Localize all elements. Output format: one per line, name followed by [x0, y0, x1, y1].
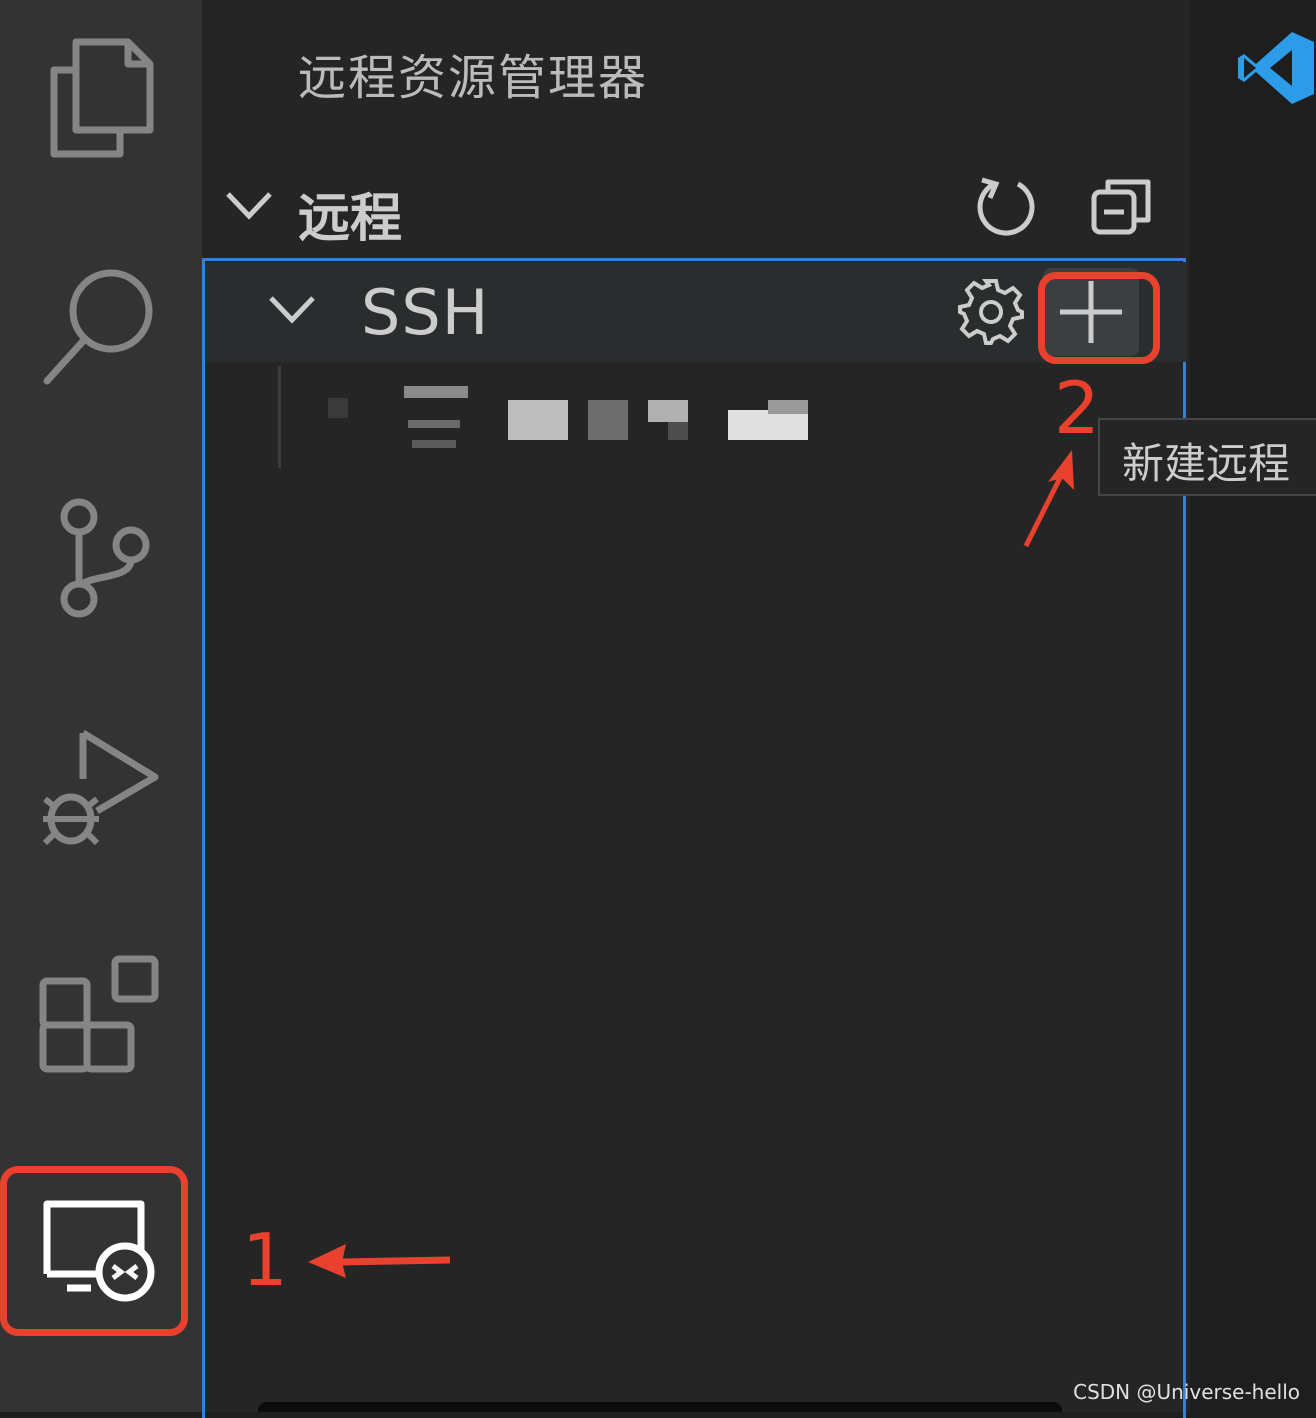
collapse-all-button[interactable]: [1090, 174, 1154, 238]
vscode-logo-icon: [1238, 32, 1314, 104]
explorer-icon: [50, 38, 154, 158]
run-debug-icon: [42, 730, 159, 846]
extensions-icon: [39, 955, 159, 1073]
tree-indent-guide: [278, 366, 281, 468]
ssh-settings-button[interactable]: [953, 274, 1029, 350]
activity-search[interactable]: [0, 242, 202, 412]
activity-explorer[interactable]: [0, 12, 202, 182]
activity-extensions[interactable]: [0, 932, 202, 1102]
activity-run-debug[interactable]: [0, 702, 202, 872]
annotation-number-2: 2: [1054, 366, 1100, 450]
editor-area: [1190, 0, 1316, 1412]
sidebar-title: 远程资源管理器: [298, 50, 649, 106]
annotation-highlight-new-remote: [1038, 272, 1160, 364]
remote-explorer-sidebar: 远程资源管理器 远程 SSH: [202, 0, 1190, 1418]
annotation-number-1: 1: [242, 1218, 288, 1302]
ssh-host-item-redacted[interactable]: [322, 380, 1022, 450]
ssh-group-label: SSH: [361, 276, 490, 349]
section-header-remote[interactable]: 远程: [202, 160, 1190, 252]
refresh-icon: [977, 177, 1035, 236]
section-label: 远程: [298, 189, 403, 249]
chevron-down-icon: [269, 296, 315, 324]
activity-source-control[interactable]: [0, 472, 202, 642]
horizontal-scrollbar[interactable]: [258, 1402, 1062, 1412]
source-control-icon: [60, 498, 150, 618]
annotation-highlight-remote-explorer: [0, 1166, 188, 1336]
annotation-arrow-1: [308, 1244, 451, 1278]
annotation-arrow-2: [1023, 450, 1074, 548]
collapse-all-icon: [1091, 179, 1151, 235]
search-icon: [43, 269, 153, 385]
refresh-button[interactable]: [974, 174, 1038, 238]
chevron-down-icon: [226, 192, 272, 220]
watermark: CSDN @Universe-hello: [1073, 1380, 1300, 1404]
new-remote-tooltip: 新建远程: [1098, 418, 1316, 496]
gear-icon: [958, 279, 1024, 345]
